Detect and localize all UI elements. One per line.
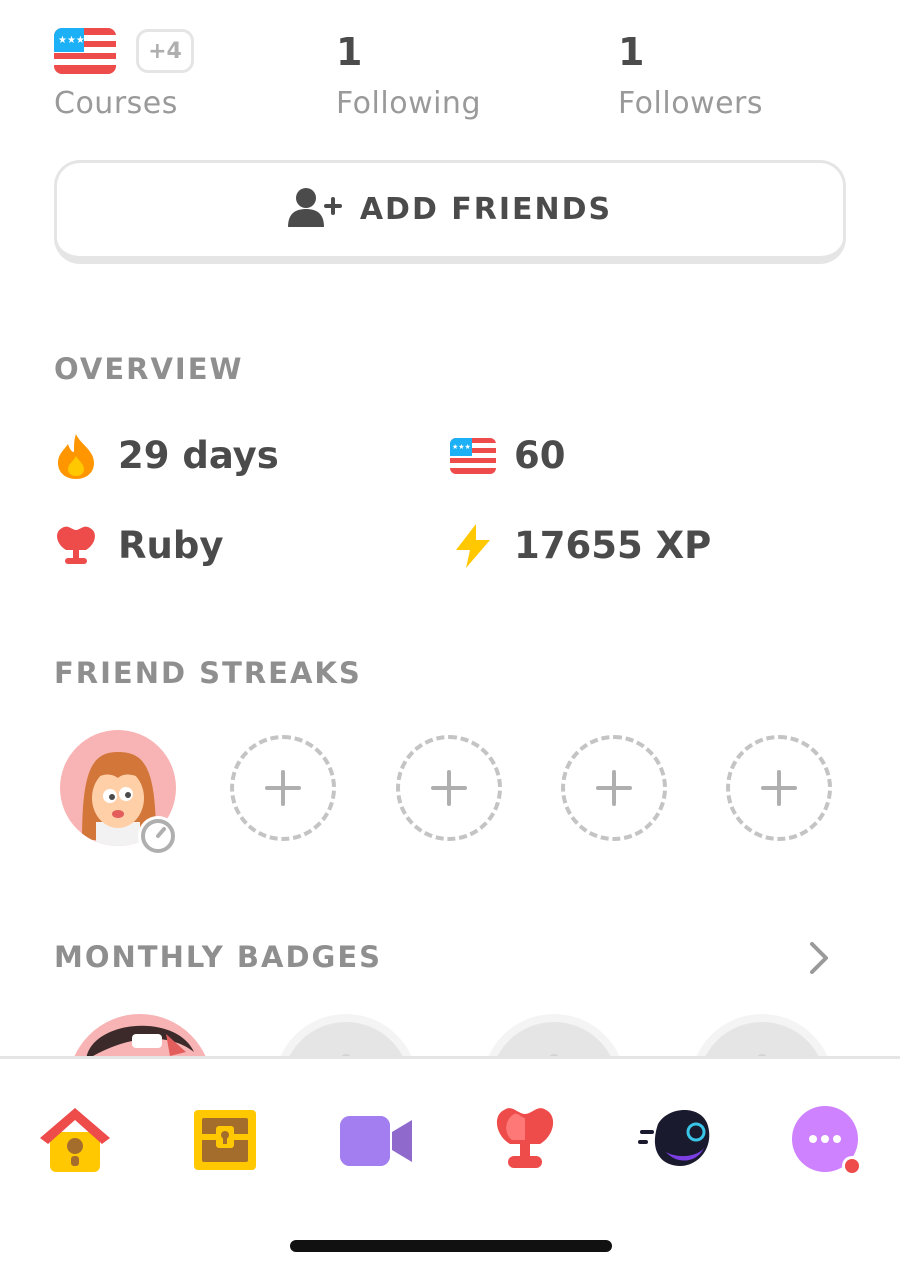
course-score-value: 60 bbox=[514, 434, 566, 477]
courses-extra-badge[interactable]: +4 bbox=[136, 29, 194, 73]
tab-more[interactable] bbox=[792, 1106, 864, 1182]
monthly-badge-locked[interactable] bbox=[272, 1012, 420, 1056]
tab-bar bbox=[0, 1059, 900, 1269]
explore-icon bbox=[638, 1110, 710, 1166]
add-friends-label: ADD FRIENDS bbox=[359, 192, 613, 227]
streak-clock-icon bbox=[136, 814, 180, 862]
home-indicator[interactable] bbox=[290, 1240, 612, 1252]
chevron-right-icon[interactable] bbox=[806, 940, 832, 980]
tab-leagues[interactable] bbox=[494, 1104, 556, 1178]
add-friend-streak-slot[interactable] bbox=[396, 735, 502, 841]
monthly-badge-locked[interactable] bbox=[480, 1012, 628, 1056]
add-person-icon bbox=[287, 187, 344, 233]
tab-explore[interactable] bbox=[636, 1104, 716, 1178]
ruby-trophy-icon bbox=[496, 1108, 554, 1168]
plus-icon bbox=[596, 770, 632, 806]
ruby-league-icon bbox=[54, 524, 98, 572]
plus-icon bbox=[265, 770, 301, 806]
svg-text:★★★: ★★★ bbox=[58, 35, 85, 46]
add-friend-streak-slot[interactable] bbox=[230, 735, 336, 841]
svg-text:★★★: ★★★ bbox=[452, 443, 471, 451]
following-label[interactable]: Following bbox=[336, 86, 481, 121]
followers-label[interactable]: Followers bbox=[618, 86, 763, 121]
tab-chest[interactable] bbox=[192, 1108, 258, 1176]
course-flag-icon: ★★★ bbox=[450, 438, 496, 478]
xp-value: 17655 XP bbox=[514, 524, 712, 567]
plus-icon bbox=[761, 770, 797, 806]
add-friend-streak-slot[interactable] bbox=[726, 735, 832, 841]
monthly-badges-title: MONTHLY BADGES bbox=[54, 940, 383, 974]
courses-label: Courses bbox=[54, 86, 178, 121]
followers-count[interactable]: 1 bbox=[618, 30, 644, 74]
monthly-badge[interactable] bbox=[66, 1012, 214, 1056]
tab-home[interactable] bbox=[38, 1104, 112, 1178]
plus-icon bbox=[431, 770, 467, 806]
overview-title: OVERVIEW bbox=[54, 352, 244, 386]
flame-icon bbox=[56, 432, 96, 484]
add-friends-button[interactable]: ADD FRIENDS bbox=[54, 160, 846, 264]
league-value: Ruby bbox=[118, 524, 224, 567]
add-friend-streak-slot[interactable] bbox=[561, 735, 667, 841]
xp-bolt-icon bbox=[452, 522, 494, 574]
streak-value: 29 days bbox=[118, 434, 279, 477]
courses-flag-icon[interactable]: ★★★ bbox=[54, 28, 116, 74]
friend-streaks-title: FRIEND STREAKS bbox=[54, 656, 362, 690]
more-icon bbox=[792, 1106, 862, 1176]
monthly-badge-locked[interactable] bbox=[688, 1012, 836, 1056]
home-icon bbox=[40, 1108, 110, 1172]
video-call-icon bbox=[340, 1116, 412, 1166]
treasure-chest-icon bbox=[194, 1110, 256, 1170]
tab-video[interactable] bbox=[338, 1114, 414, 1172]
following-count[interactable]: 1 bbox=[336, 30, 362, 74]
